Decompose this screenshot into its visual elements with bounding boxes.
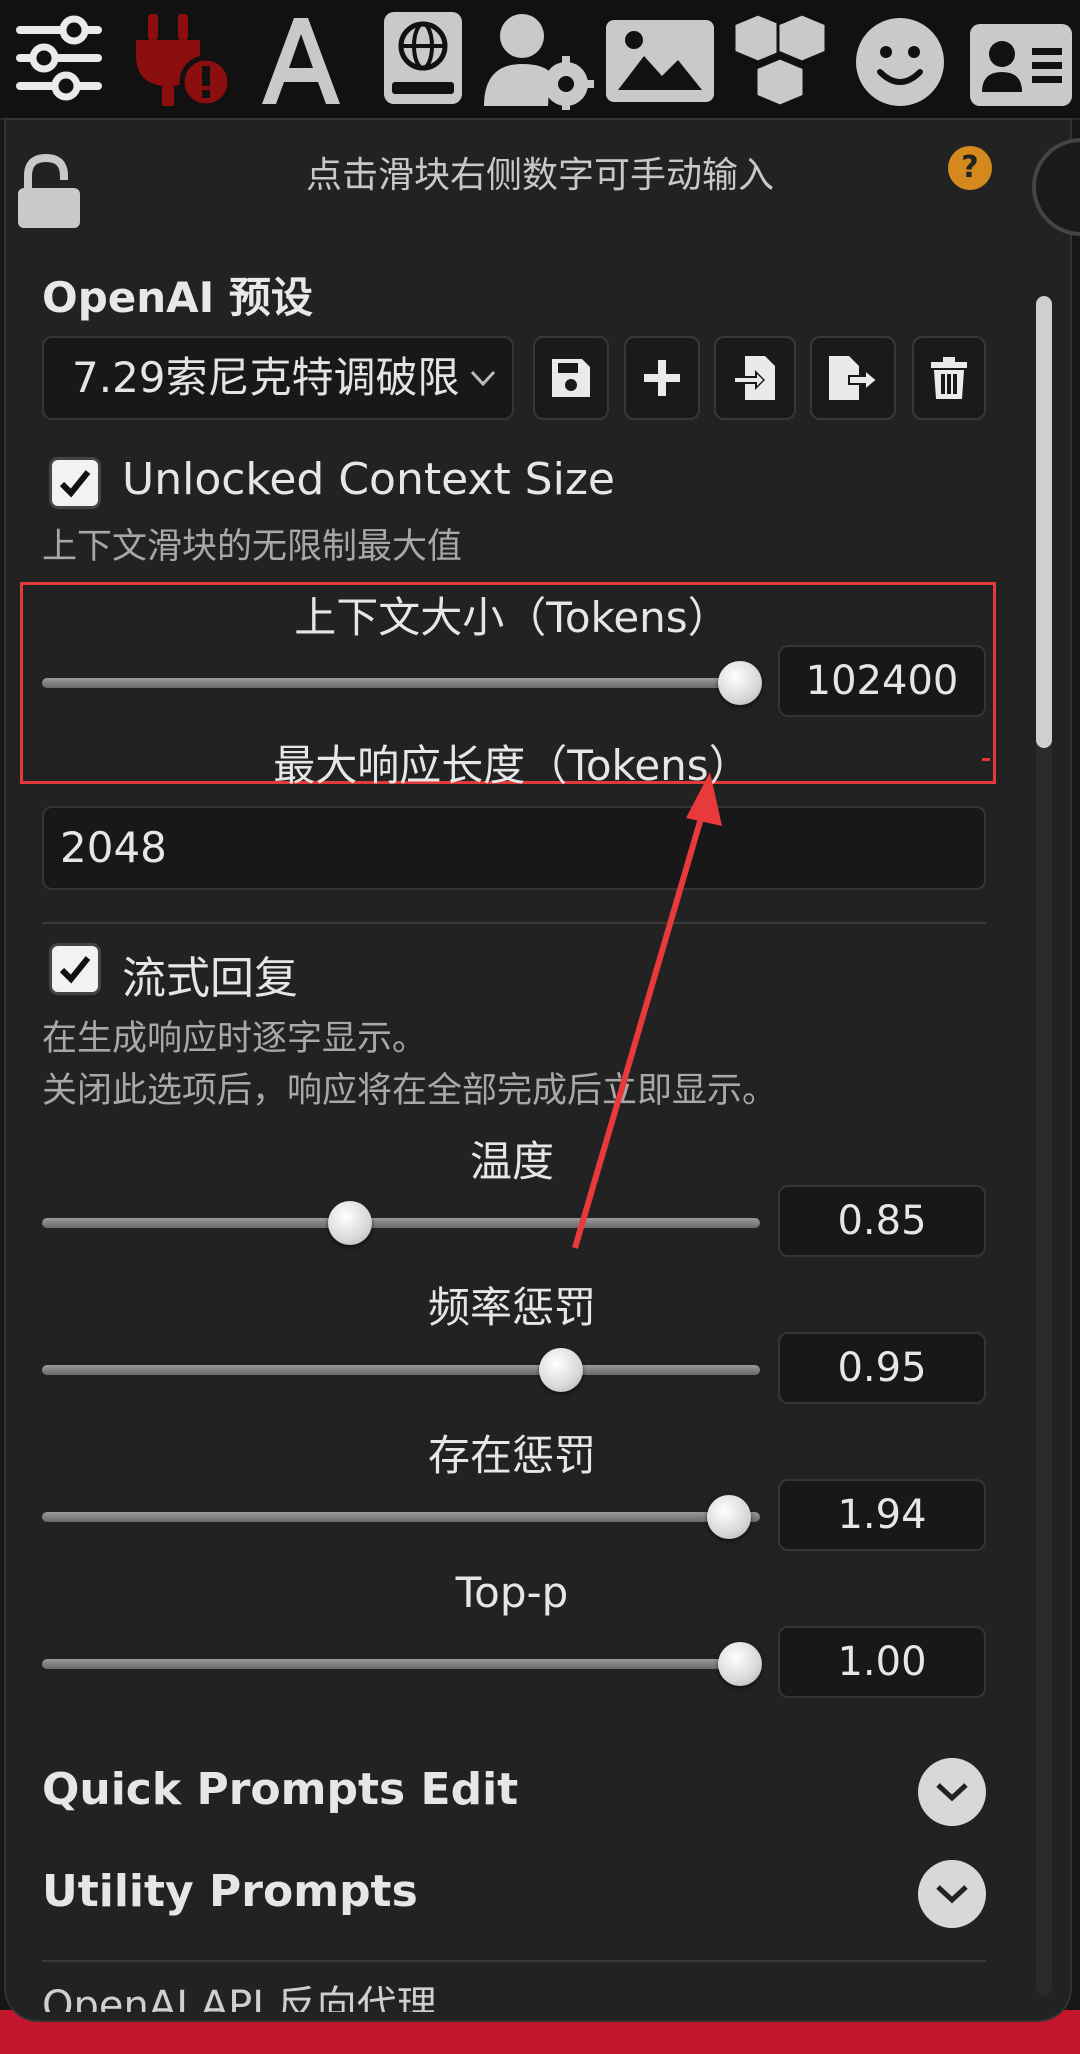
annotation-arrow <box>572 772 722 1249</box>
